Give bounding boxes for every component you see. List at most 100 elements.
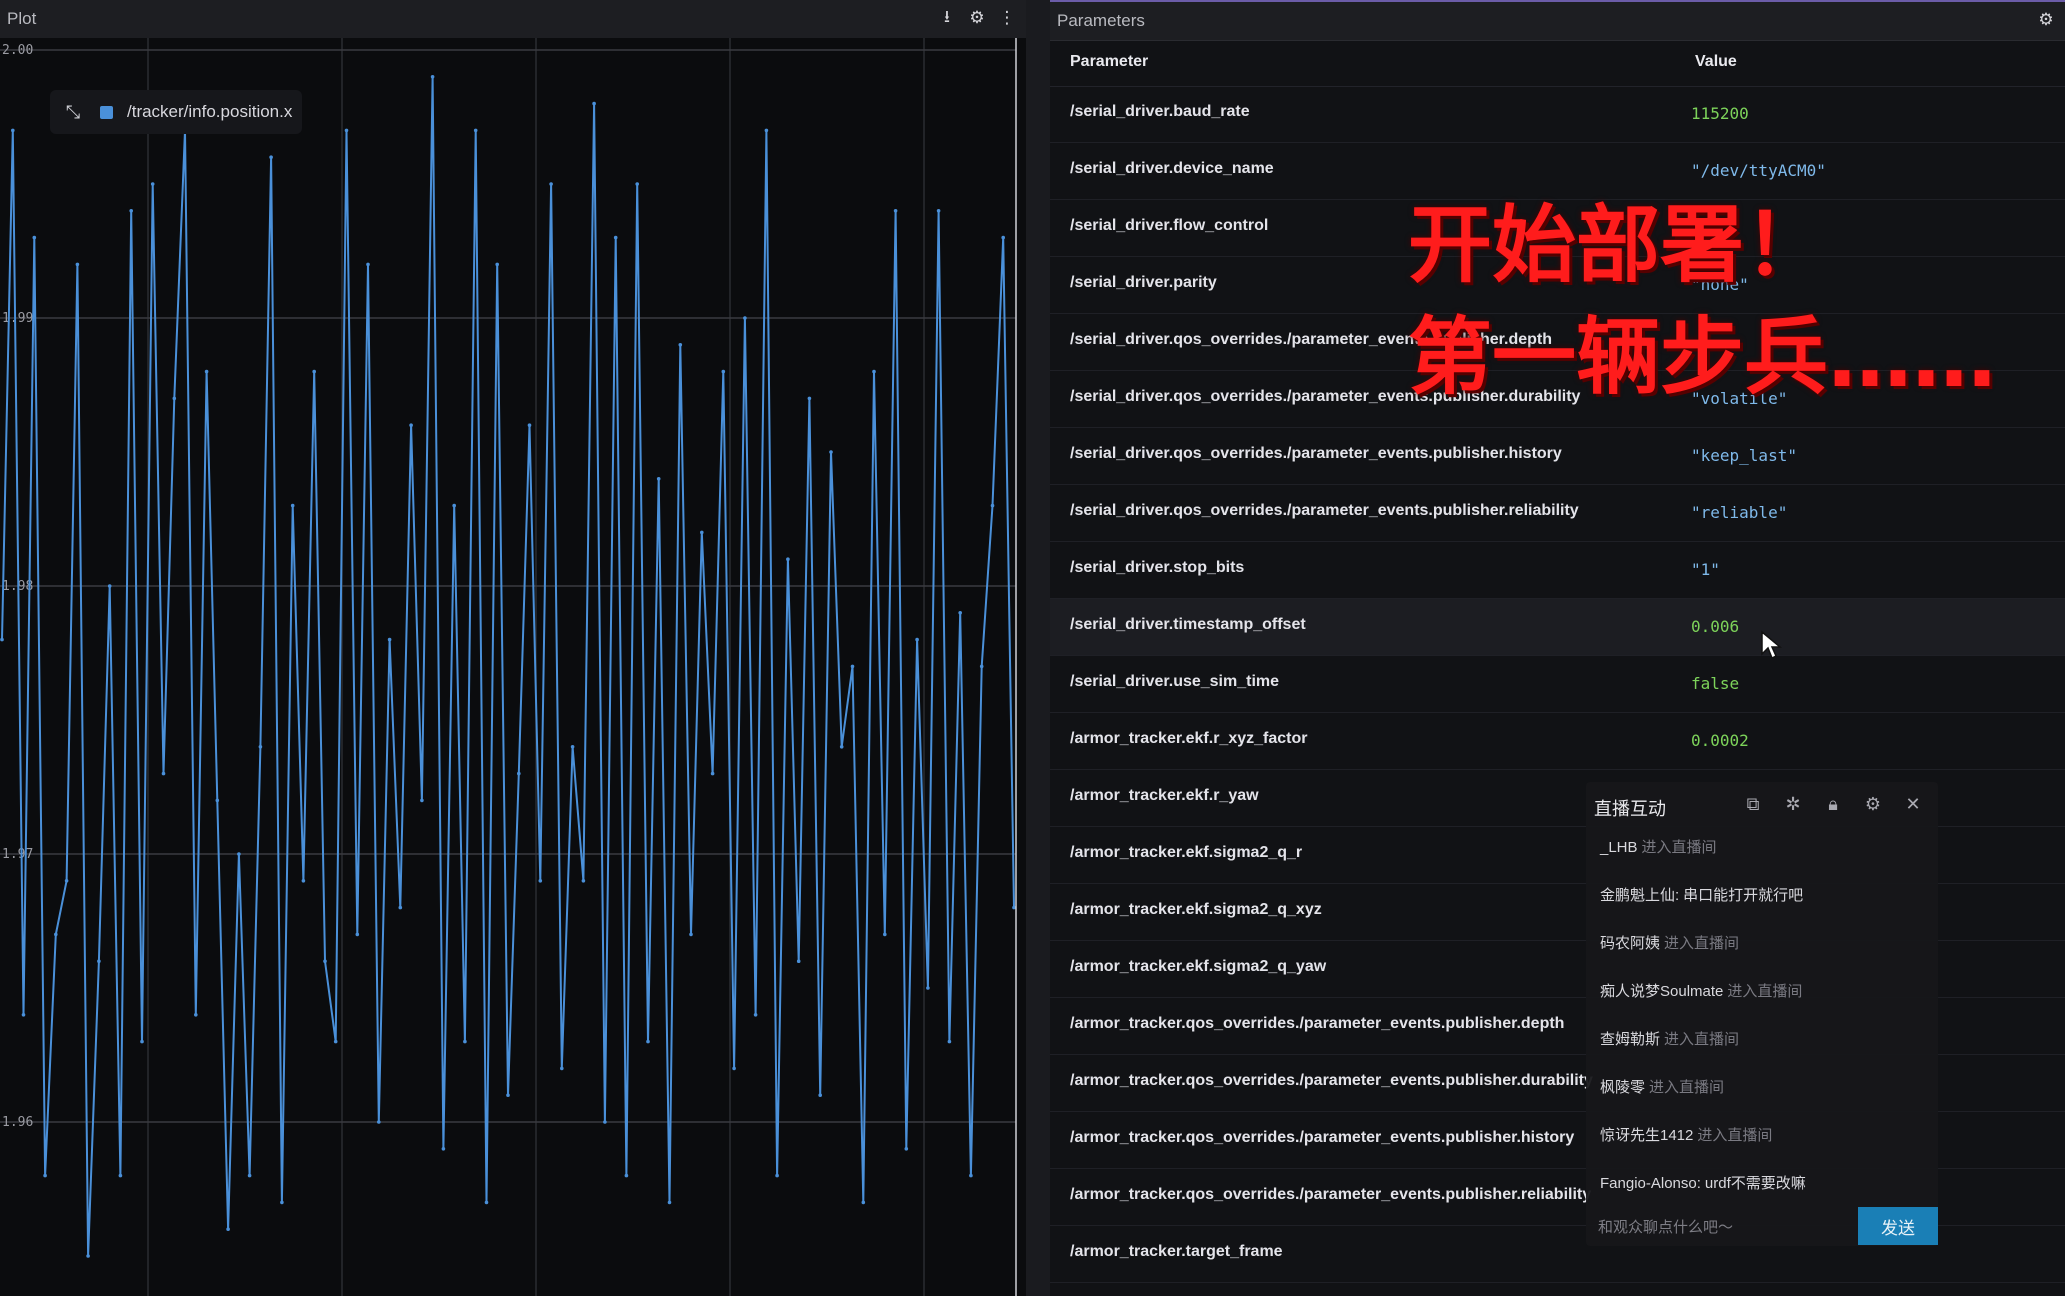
chat-input[interactable]: [1596, 1208, 1858, 1246]
chat-message: 痴人说梦Soulmate 进入直播间: [1600, 980, 1802, 1001]
mouse-cursor-icon: [1761, 630, 1782, 660]
data-point: [818, 1093, 822, 1097]
settings-alt-icon[interactable]: ✲: [1782, 793, 1804, 815]
parameter-value[interactable]: "1": [1691, 560, 1720, 579]
parameter-value[interactable]: "keep_last": [1691, 446, 1797, 465]
chat-message: 金鹏魁上仙: 串口能打开就行吧: [1600, 884, 1803, 905]
gear-icon[interactable]: ⚙: [1862, 793, 1884, 815]
send-button[interactable]: 发送: [1858, 1207, 1938, 1245]
parameter-row[interactable]: /serial_driver.qos_overrides./parameter_…: [1050, 428, 2065, 485]
data-point: [215, 798, 220, 803]
parameters-title: Parameters: [1057, 11, 1145, 30]
data-point: [829, 450, 833, 454]
chat-username[interactable]: 码农阿姨: [1600, 935, 1660, 952]
data-point: [420, 798, 424, 803]
parameter-row[interactable]: /serial_driver.qos_overrides./parameter_…: [1050, 485, 2065, 542]
chat-username[interactable]: _LHB: [1600, 839, 1638, 856]
data-point: [441, 1147, 446, 1151]
data-point: [280, 1200, 284, 1205]
parameter-value[interactable]: false: [1691, 674, 1739, 693]
data-point: [926, 986, 930, 990]
chat-username[interactable]: 惊讶先生1412: [1600, 1127, 1693, 1144]
data-point: [635, 182, 639, 186]
data-point: [398, 905, 403, 910]
data-point: [387, 637, 392, 642]
parameter-row[interactable]: /serial_driver.baud_rate 115200: [1050, 86, 2065, 143]
data-point: [75, 262, 80, 267]
y-tick-label: 1.99: [2, 311, 33, 326]
chat-username[interactable]: 金鹏魁上仙:: [1600, 887, 1679, 904]
gear-icon[interactable]: ⚙: [968, 8, 986, 28]
data-point: [786, 557, 790, 561]
collapse-icon[interactable]: ⤡: [60, 99, 86, 125]
parameter-value[interactable]: 0.0002: [1691, 731, 1749, 750]
chat-text: 进入直播间: [1727, 983, 1803, 1000]
download-icon[interactable]: ⭳: [938, 7, 956, 28]
chat-username[interactable]: 枫陵零: [1600, 1079, 1645, 1096]
chat-text: 进入直播间: [1641, 839, 1717, 856]
parameter-row[interactable]: /armor_tracker.tracker.lost_time_thres0.…: [1050, 1283, 2065, 1296]
y-tick-label: 1.97: [2, 847, 33, 862]
close-icon[interactable]: ✕: [1902, 793, 1924, 815]
data-point: [624, 1173, 629, 1178]
column-header-parameter: Parameter: [1070, 53, 1149, 70]
parameter-row[interactable]: /armor_tracker.ekf.r_xyz_factor 0.0002: [1050, 713, 2065, 770]
data-point: [97, 959, 101, 963]
data-point: [947, 1039, 952, 1044]
data-point: [517, 771, 521, 776]
data-point: [290, 503, 295, 508]
plot-legend: ⤡ /tracker/info.position.x: [50, 90, 303, 134]
parameter-value[interactable]: 0.006: [1691, 617, 1739, 636]
parameters-titlebar: Parameters ⚙: [1050, 2, 2065, 41]
data-point: [560, 1066, 564, 1071]
overlay-caption-line2: 第一辆步兵……: [1408, 308, 1997, 406]
data-point: [743, 316, 747, 320]
data-point: [883, 932, 887, 937]
chat-username[interactable]: 痴人说梦Soulmate: [1600, 983, 1723, 1000]
chat-header: 直播互动 ⧉ ✲ 🔒︎ ⚙ ✕: [1586, 782, 1938, 828]
data-point: [452, 503, 457, 508]
data-point: [377, 1120, 381, 1124]
chat-username[interactable]: Fangio-Alonso:: [1600, 1175, 1701, 1192]
parameter-value[interactable]: 115200: [1691, 104, 1749, 123]
gear-icon[interactable]: ⚙: [2037, 10, 2055, 30]
data-point: [904, 1147, 909, 1151]
parameter-row[interactable]: /serial_driver.use_sim_time false: [1050, 656, 2065, 713]
data-point: [204, 369, 209, 374]
data-point: [538, 879, 543, 883]
data-point: [603, 1120, 607, 1124]
data-point: [732, 1066, 736, 1071]
pane-splitter[interactable]: [1026, 0, 1050, 1296]
data-point: [463, 1039, 467, 1044]
data-point: [54, 932, 58, 937]
data-point: [11, 128, 15, 133]
legend-label: /tracker/info.position.x: [127, 102, 293, 121]
data-point: [129, 209, 133, 213]
parameter-row[interactable]: /serial_driver.timestamp_offset 0.006: [1050, 599, 2065, 656]
data-point: [366, 262, 370, 267]
data-point: [506, 1093, 510, 1097]
data-point: [1001, 235, 1005, 240]
parameter-name: /armor_tracker.target_frame: [1070, 1243, 1283, 1260]
data-point: [269, 155, 273, 159]
data-point: [893, 209, 898, 213]
plot-panel: Plot ⭳ ⚙ ⋮ 2.00 1.99 1.98 1.97 1.96 ⤡ /track…: [0, 0, 1026, 1296]
plot-area[interactable]: 2.00 1.99 1.98 1.97 1.96 ⤡ /tracker/info.pos…: [0, 38, 1026, 1296]
chat-username[interactable]: 查姆勒斯: [1600, 1031, 1660, 1048]
data-point: [323, 959, 327, 963]
data-point: [764, 128, 769, 133]
parameter-name: /serial_driver.stop_bits: [1070, 559, 1245, 576]
parameter-row[interactable]: /serial_driver.stop_bits "1": [1050, 542, 2065, 599]
plot-titlebar: Plot ⭳ ⚙ ⋮: [0, 0, 1026, 39]
data-point: [301, 879, 306, 883]
data-point: [839, 745, 844, 749]
overlay-caption-line1: 开始部署！: [1408, 196, 1829, 294]
data-point: [678, 343, 683, 347]
parameter-name: /armor_tracker.ekf.sigma2_q_xyz: [1070, 901, 1322, 918]
popout-icon[interactable]: ⧉: [1742, 793, 1764, 815]
data-point: [226, 1227, 230, 1231]
parameter-value[interactable]: "reliable": [1691, 503, 1787, 522]
more-vertical-icon[interactable]: ⋮: [998, 8, 1016, 28]
lock-icon[interactable]: 🔒︎: [1822, 793, 1844, 815]
chat-message: 码农阿姨 进入直播间: [1600, 932, 1739, 953]
